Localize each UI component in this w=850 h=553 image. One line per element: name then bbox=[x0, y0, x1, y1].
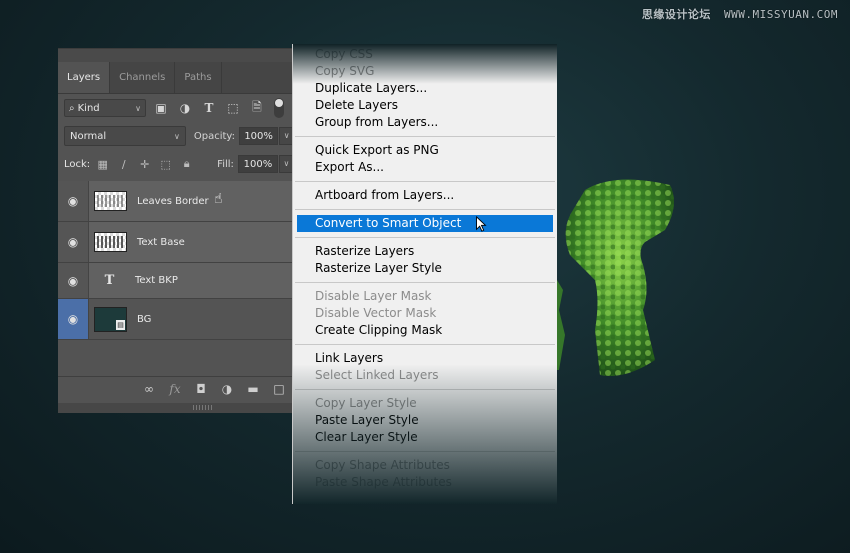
watermark-en: WWW.MISSYUAN.COM bbox=[724, 8, 838, 21]
menu-separator bbox=[295, 136, 555, 137]
menu-separator bbox=[295, 237, 555, 238]
layers-list: ◉ Leaves Border ☝ ◉ Text Base ◉ T Text B… bbox=[58, 181, 298, 340]
menu-separator bbox=[295, 389, 555, 390]
layer-name: Text BKP bbox=[135, 275, 178, 286]
lock-transparent-icon[interactable]: ▦ bbox=[94, 158, 111, 171]
chevron-down-icon: ∨ bbox=[174, 131, 180, 141]
visibility-eye-icon[interactable]: ◉ bbox=[58, 263, 89, 298]
menu-item-link-layers[interactable]: Link Layers bbox=[293, 350, 557, 367]
adjustment-icon[interactable]: ◑ bbox=[214, 382, 240, 396]
layer-name: Text Base bbox=[137, 236, 185, 248]
link-icon[interactable]: ∞ bbox=[136, 382, 162, 396]
lock-position-move-icon[interactable]: ✛ bbox=[136, 158, 153, 171]
lock-label: Lock: bbox=[64, 158, 91, 170]
menu-item-rasterize-layers[interactable]: Rasterize Layers bbox=[293, 243, 557, 260]
menu-item-disable-layer-mask[interactable]: Disable Layer Mask bbox=[293, 288, 557, 305]
menu-item-group-from-layers[interactable]: Group from Layers... bbox=[293, 114, 557, 131]
tab-layers[interactable]: Layers bbox=[58, 62, 111, 93]
menu-item-copy-shape-attributes[interactable]: Copy Shape Attributes bbox=[293, 457, 557, 474]
menu-item-copy-svg[interactable]: Copy SVG bbox=[293, 63, 557, 80]
mask-icon[interactable]: ◘ bbox=[188, 382, 214, 396]
layer-thumbnail: ▤ bbox=[94, 306, 127, 332]
panel-header-bar[interactable] bbox=[58, 49, 298, 62]
visibility-eye-icon[interactable]: ◉ bbox=[58, 299, 89, 339]
layer-thumbnail bbox=[94, 191, 127, 211]
menu-item-create-clipping-mask[interactable]: Create Clipping Mask bbox=[293, 322, 557, 339]
menu-item-copy-css[interactable]: Copy CSS bbox=[293, 46, 557, 63]
folder-icon[interactable]: ▬ bbox=[240, 382, 266, 396]
blend-mode-select[interactable]: Normal ∨ bbox=[64, 126, 186, 146]
lock-all-icon[interactable]: 🔒︎ bbox=[178, 157, 195, 171]
watermark-cn: 思缘设计论坛 bbox=[641, 8, 711, 21]
opacity-input[interactable]: 100% bbox=[238, 127, 279, 145]
layer-name: BG bbox=[137, 313, 152, 325]
fill-input[interactable]: 100% bbox=[237, 155, 278, 173]
menu-item-clear-layer-style[interactable]: Clear Layer Style bbox=[293, 429, 557, 446]
menu-item-paste-shape-attributes[interactable]: Paste Shape Attributes bbox=[293, 474, 557, 491]
menu-item-label: Convert to Smart Object bbox=[315, 216, 462, 230]
shape-filter-icon[interactable]: ⬚ bbox=[224, 101, 242, 115]
search-icon: ⌕ bbox=[69, 102, 75, 114]
kind-label: Kind bbox=[77, 102, 100, 114]
menu-item-paste-layer-style[interactable]: Paste Layer Style bbox=[293, 412, 557, 429]
menu-item-delete-layers[interactable]: Delete Layers bbox=[293, 97, 557, 114]
panel-tabs: Layers Channels Paths bbox=[58, 62, 298, 94]
menu-item-export-as[interactable]: Export As... bbox=[293, 159, 557, 176]
blend-mode-value: Normal bbox=[70, 130, 107, 142]
smart-object-badge-icon: ▤ bbox=[116, 319, 125, 330]
hand-cursor-icon: ☝ bbox=[214, 191, 223, 207]
layers-panel: Layers Channels Paths ⌕ Kind ∨ ▣ ◑ T ⬚ 🗎… bbox=[58, 48, 298, 413]
lock-row: Lock: ▦ ∕ ✛ ⬚ 🔒︎ Fill: 100% ∨ bbox=[58, 150, 298, 178]
menu-item-disable-vector-mask[interactable]: Disable Vector Mask bbox=[293, 305, 557, 322]
fx-icon[interactable]: fx bbox=[162, 382, 188, 396]
arrow-cursor-icon bbox=[476, 216, 487, 232]
layer-name: Leaves Border bbox=[137, 195, 209, 207]
fill-label: Fill: bbox=[217, 158, 234, 170]
visibility-eye-icon[interactable]: ◉ bbox=[58, 222, 89, 262]
type-layer-icon: T bbox=[104, 273, 115, 288]
panel-resize-grip[interactable] bbox=[58, 403, 298, 413]
chevron-down-icon: ∨ bbox=[135, 103, 141, 113]
panel-footer: ∞ fx ◘ ◑ ▬ □ bbox=[58, 376, 298, 401]
menu-item-convert-to-smart-object[interactable]: Convert to Smart Object bbox=[297, 215, 553, 232]
layer-row-selected[interactable]: ◉ ▤ BG bbox=[58, 299, 298, 340]
menu-item-artboard-from-layers[interactable]: Artboard from Layers... bbox=[293, 187, 557, 204]
tab-paths[interactable]: Paths bbox=[175, 62, 222, 93]
blend-row: Normal ∨ Opacity: 100% ∨ bbox=[58, 122, 298, 150]
layer-row[interactable]: ◉ T Text BKP bbox=[58, 263, 298, 299]
tab-channels[interactable]: Channels bbox=[110, 62, 176, 93]
menu-separator bbox=[295, 209, 555, 210]
menu-separator bbox=[295, 181, 555, 182]
menu-item-duplicate-layers[interactable]: Duplicate Layers... bbox=[293, 80, 557, 97]
watermark: 思缘设计论坛 WWW.MISSYUAN.COM bbox=[642, 6, 838, 22]
lock-pixels-brush-icon[interactable]: ∕ bbox=[115, 158, 132, 171]
type-filter-icon[interactable]: T bbox=[200, 101, 218, 115]
lock-artboard-icon[interactable]: ⬚ bbox=[157, 158, 174, 171]
menu-item-rasterize-layer-style[interactable]: Rasterize Layer Style bbox=[293, 260, 557, 277]
menu-item-select-linked-layers[interactable]: Select Linked Layers bbox=[293, 367, 557, 384]
visibility-eye-icon[interactable]: ◉ bbox=[58, 181, 89, 221]
layer-row[interactable]: ◉ Text Base bbox=[58, 222, 298, 263]
layer-thumbnail bbox=[94, 232, 127, 252]
filter-row: ⌕ Kind ∨ ▣ ◑ T ⬚ 🗎 bbox=[58, 94, 298, 122]
opacity-label: Opacity: bbox=[193, 130, 235, 142]
adjustment-filter-icon[interactable]: ◑ bbox=[176, 101, 194, 115]
chevron-down-icon: ∨ bbox=[283, 159, 290, 168]
smart-object-filter-icon[interactable]: 🗎 bbox=[248, 98, 266, 119]
menu-separator bbox=[295, 282, 555, 283]
menu-item-copy-layer-style[interactable]: Copy Layer Style bbox=[293, 395, 557, 412]
menu-separator bbox=[295, 344, 555, 345]
menu-item-quick-export-png[interactable]: Quick Export as PNG bbox=[293, 142, 557, 159]
new-layer-icon[interactable]: □ bbox=[266, 382, 292, 396]
chevron-down-icon: ∨ bbox=[283, 131, 290, 140]
layer-context-menu: Copy CSS Copy SVG Duplicate Layers... De… bbox=[292, 44, 557, 504]
layer-row[interactable]: ◉ Leaves Border ☝ bbox=[58, 181, 298, 222]
filter-toggle[interactable] bbox=[274, 98, 284, 118]
menu-separator bbox=[295, 451, 555, 452]
canvas-leaf-artwork bbox=[555, 179, 674, 376]
image-filter-icon[interactable]: ▣ bbox=[152, 101, 170, 115]
filter-kind-select[interactable]: ⌕ Kind ∨ bbox=[64, 99, 146, 117]
